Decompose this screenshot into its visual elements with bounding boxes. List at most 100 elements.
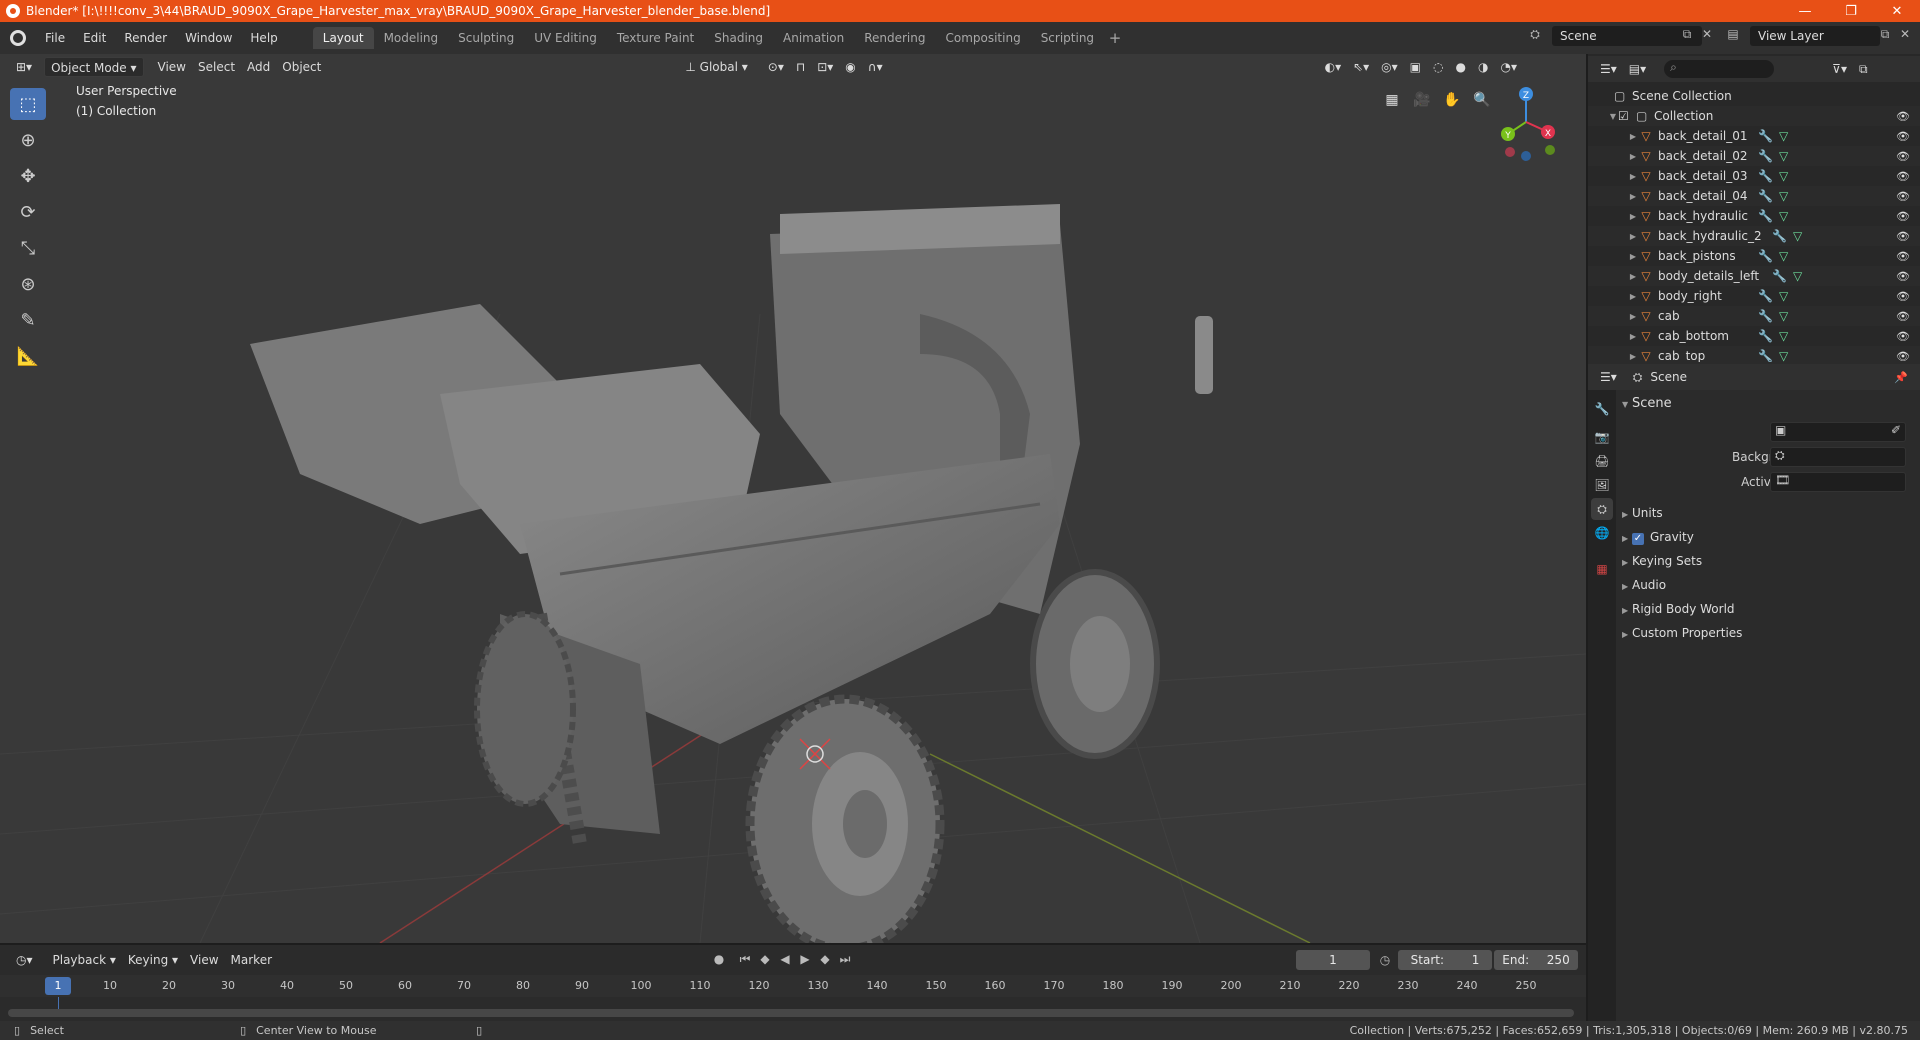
display-mode-icon[interactable]: ▤▾ <box>1623 59 1652 79</box>
tab-uv-editing[interactable]: UV Editing <box>524 27 607 49</box>
frame-ruler[interactable]: 1 10 20 30 40 50 60 70 80 90 100 110 120… <box>0 975 1586 997</box>
new-scene-icon[interactable]: ⧉ <box>1680 27 1694 41</box>
eye-icon[interactable]: 👁 <box>1896 310 1910 323</box>
eye-icon[interactable]: 👁 <box>1896 230 1910 243</box>
gizmo-neg-y[interactable] <box>1545 145 1555 155</box>
tab-texture-paint[interactable]: Texture Paint <box>607 27 704 49</box>
gizmo-neg-z[interactable] <box>1521 151 1531 161</box>
eye-icon[interactable]: 👁 <box>1896 250 1910 263</box>
modifier-icon[interactable]: 🔧 <box>1758 169 1773 183</box>
minimize-button[interactable]: — <box>1782 0 1828 22</box>
texture-tab-icon[interactable]: ▦ <box>1591 558 1613 580</box>
modifier-icon[interactable]: 🔧 <box>1758 129 1773 143</box>
mesh-data-icon[interactable]: ▽ <box>1779 149 1788 163</box>
eye-icon[interactable]: 👁 <box>1896 270 1910 283</box>
active-movie-clip-field[interactable]: 🎞 <box>1770 472 1906 492</box>
menu-render[interactable]: Render <box>115 27 176 49</box>
modifier-icon[interactable]: 🔧 <box>1758 329 1773 343</box>
modifier-icon[interactable]: 🔧 <box>1772 229 1787 243</box>
world-tab-icon[interactable]: 🌐 <box>1591 522 1613 544</box>
tool-tab-icon[interactable]: 🔧 <box>1591 398 1613 420</box>
add-workspace-icon[interactable]: + <box>1104 29 1126 47</box>
units-panel-header[interactable]: ▶ Units <box>1622 506 1663 520</box>
camera-view-icon[interactable]: 🎥 <box>1410 88 1434 112</box>
tab-compositing[interactable]: Compositing <box>935 27 1030 49</box>
eye-icon[interactable]: 👁 <box>1896 190 1910 203</box>
eye-icon[interactable]: 👁 <box>1896 110 1910 123</box>
scene-icon[interactable]: ⛭ <box>1528 27 1542 41</box>
eye-icon[interactable]: 👁 <box>1896 210 1910 223</box>
expand-arrow-icon[interactable]: ▶ <box>1628 132 1638 141</box>
tab-sculpting[interactable]: Sculpting <box>448 27 524 49</box>
preview-range-icon[interactable]: ◷ <box>1378 953 1392 967</box>
timeline-editor-type-icon[interactable]: ◷▾ <box>10 950 39 970</box>
collapse-arrow-icon[interactable]: ▼ <box>1608 112 1618 121</box>
mesh-data-icon[interactable]: ▽ <box>1779 209 1788 223</box>
view-layer-icon[interactable]: ▤ <box>1726 27 1740 41</box>
modifier-icon[interactable]: 🔧 <box>1758 249 1773 263</box>
outliner-item[interactable]: ▶ ▽ back_hydraulic_2 🔧 ▽ 👁 <box>1588 226 1920 246</box>
play-reverse-icon[interactable]: ◀ <box>778 952 792 966</box>
checkbox-icon[interactable]: ☑ <box>1618 109 1636 123</box>
play-icon[interactable]: ▶ <box>798 952 812 966</box>
playhead[interactable]: 1 <box>45 977 71 995</box>
outliner-item[interactable]: ▶ ▽ back_detail_03 🔧 ▽ 👁 <box>1588 166 1920 186</box>
modifier-icon[interactable]: 🔧 <box>1758 349 1773 362</box>
new-view-layer-icon[interactable]: ⧉ <box>1878 27 1892 41</box>
timeline-menu-playback[interactable]: Playback ▾ <box>47 950 122 970</box>
timeline-menu-view[interactable]: View <box>184 950 224 970</box>
menu-file[interactable]: File <box>36 27 74 49</box>
eye-icon[interactable]: 👁 <box>1896 150 1910 163</box>
menu-edit[interactable]: Edit <box>74 27 115 49</box>
scene-collection-row[interactable]: ▢ Scene Collection <box>1588 86 1920 106</box>
expand-arrow-icon[interactable]: ▶ <box>1628 352 1638 361</box>
mesh-data-icon[interactable]: ▽ <box>1779 289 1788 303</box>
expand-arrow-icon[interactable]: ▶ <box>1628 192 1638 201</box>
outliner-editor-type-icon[interactable]: ☰▾ <box>1594 59 1623 79</box>
background-scene-field[interactable]: ⛭ <box>1770 447 1906 467</box>
next-keyframe-icon[interactable]: ◆ <box>818 952 832 966</box>
outliner-item[interactable]: ▶ ▽ back_hydraulic 🔧 ▽ 👁 <box>1588 206 1920 226</box>
jump-start-icon[interactable]: ⏮ <box>738 952 752 966</box>
outliner-item[interactable]: ▶ ▽ back_detail_01 🔧 ▽ 👁 <box>1588 126 1920 146</box>
expand-arrow-icon[interactable]: ▶ <box>1628 212 1638 221</box>
tab-shading[interactable]: Shading <box>704 27 773 49</box>
pan-view-icon[interactable]: ✋ <box>1440 88 1464 112</box>
outliner-search-input[interactable]: ⌕ <box>1664 60 1775 78</box>
outliner-item[interactable]: ▶ ▽ cab 🔧 ▽ 👁 <box>1588 306 1920 326</box>
blender-logo-icon[interactable] <box>10 30 26 46</box>
eye-icon[interactable]: 👁 <box>1896 130 1910 143</box>
navigation-gizmo[interactable]: Z Y X <box>1494 84 1564 164</box>
tab-scripting[interactable]: Scripting <box>1031 27 1104 49</box>
expand-arrow-icon[interactable]: ▶ <box>1628 232 1638 241</box>
outliner-item[interactable]: ▶ ▽ back_detail_04 🔧 ▽ 👁 <box>1588 186 1920 206</box>
custom-properties-panel-header[interactable]: ▶ Custom Properties <box>1622 626 1742 640</box>
restore-button[interactable]: ❐ <box>1828 0 1874 22</box>
toggle-grid-icon[interactable]: ▦ <box>1380 88 1404 112</box>
expand-arrow-icon[interactable]: ▶ <box>1628 152 1638 161</box>
outliner-item[interactable]: ▶ ▽ body_right 🔧 ▽ 👁 <box>1588 286 1920 306</box>
menu-help[interactable]: Help <box>241 27 286 49</box>
timeline-scrollbar[interactable] <box>8 1009 1574 1017</box>
expand-arrow-icon[interactable]: ▶ <box>1628 332 1638 341</box>
filter-icon[interactable]: ⊽▾ <box>1826 59 1853 79</box>
tab-rendering[interactable]: Rendering <box>854 27 935 49</box>
modifier-icon[interactable]: 🔧 <box>1758 149 1773 163</box>
outliner-item[interactable]: ▶ ▽ cab_bottom 🔧 ▽ 👁 <box>1588 326 1920 346</box>
mesh-data-icon[interactable]: ▽ <box>1779 249 1788 263</box>
mesh-data-icon[interactable]: ▽ <box>1779 309 1788 323</box>
outliner-item[interactable]: ▶ ▽ back_pistons 🔧 ▽ 👁 <box>1588 246 1920 266</box>
close-button[interactable]: ✕ <box>1874 0 1920 22</box>
modifier-icon[interactable]: 🔧 <box>1772 269 1787 283</box>
tab-modeling[interactable]: Modeling <box>374 27 449 49</box>
eye-icon[interactable]: 👁 <box>1896 350 1910 363</box>
expand-arrow-icon[interactable]: ▶ <box>1628 272 1638 281</box>
modifier-icon[interactable]: 🔧 <box>1758 289 1773 303</box>
delete-scene-icon[interactable]: ✕ <box>1700 27 1714 41</box>
outliner-item[interactable]: ▶ ▽ body_details_left 🔧 ▽ 👁 <box>1588 266 1920 286</box>
gravity-panel-header[interactable]: ▶ ✓ Gravity <box>1622 530 1694 545</box>
gizmo-neg-x[interactable] <box>1505 147 1515 157</box>
prev-keyframe-icon[interactable]: ◆ <box>758 952 772 966</box>
outliner-item[interactable]: ▶ ▽ cab_top 🔧 ▽ 👁 <box>1588 346 1920 362</box>
expand-arrow-icon[interactable]: ▶ <box>1628 312 1638 321</box>
